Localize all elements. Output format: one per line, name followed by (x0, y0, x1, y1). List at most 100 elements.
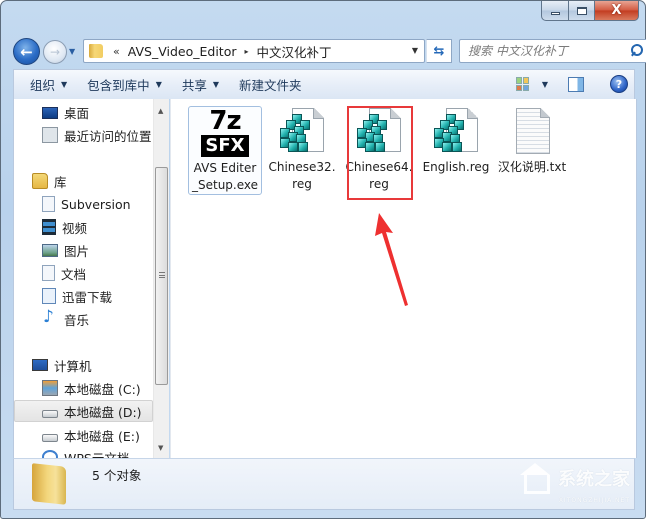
file-name: AVS Editer_Setup.exe (191, 161, 259, 192)
organize-label: 组织 (30, 78, 56, 93)
sidebar-item-label: 图片 (64, 243, 90, 259)
search-input[interactable] (460, 40, 620, 62)
command-bar: 组织 ▼ 包含到库中 ▼ 共享 ▼ 新建文件夹 ▼ ? (13, 69, 635, 99)
forward-button[interactable]: → (43, 40, 67, 64)
libraries-icon (32, 173, 48, 189)
registry-cube (375, 142, 385, 152)
sidebar-item-documents[interactable]: 文档 (42, 262, 86, 284)
item-count: 5 个对象 (92, 468, 142, 483)
view-controls: ▼ ? (515, 70, 634, 98)
text-file-icon (508, 108, 556, 156)
sidebar-item-pictures[interactable]: 图片 (42, 239, 89, 261)
new-folder-label: 新建文件夹 (239, 78, 302, 93)
file-item-english-reg[interactable]: English.reg (419, 106, 493, 176)
watermark-text: 系统之家 (558, 469, 630, 490)
sidebar-item-label: WPS云文档 (64, 450, 130, 459)
sidebar-item-desktop[interactable]: 桌面 (42, 101, 89, 123)
file-name: English.reg (422, 160, 490, 174)
registry-file-icon (432, 108, 480, 156)
sidebar-item-videos[interactable]: 视频 (42, 216, 87, 238)
desktop-icon (42, 107, 58, 119)
chevron-down-icon: ▼ (212, 80, 220, 89)
view-options-dropdown[interactable]: ▼ (542, 80, 548, 89)
file-list: 7z SFX AVS Editer_Setup.exe Chinese32.re… (170, 99, 637, 458)
minimize-button[interactable] (541, 1, 569, 21)
sidebar-item-drive-c[interactable]: 本地磁盘 (C:) (42, 377, 141, 399)
sidebar-item-label: 文档 (61, 266, 87, 282)
details-pane: 5 个对象 系统之家 XITONGZHIJIA.NET (13, 458, 635, 510)
maximize-button[interactable] (569, 1, 595, 21)
7z-sfx-icon: 7z SFX (201, 106, 249, 157)
registry-cube (298, 142, 308, 152)
sidebar-item-label: 音乐 (64, 312, 90, 328)
sidebar-item-recent-places[interactable]: 最近访问的位置 (42, 124, 152, 146)
document-library-icon (42, 196, 55, 212)
close-button[interactable]: X (595, 1, 639, 21)
search-box (459, 39, 646, 63)
registry-cube (365, 142, 375, 152)
grip-icon (159, 272, 165, 278)
address-bar[interactable]: « AVS_Video_Editor ▸ 中文汉化补丁 ▼ (83, 39, 425, 63)
watermark: 系统之家 XITONGZHIJIA.NET (518, 463, 630, 504)
computer-icon (32, 359, 48, 371)
refresh-button[interactable]: ⇆ (426, 39, 452, 63)
sidebar-item-drive-e[interactable]: 本地磁盘 (E:) (42, 424, 140, 446)
forward-arrow-icon: → (49, 45, 61, 59)
scroll-up-icon[interactable]: ▲ (158, 107, 163, 115)
sidebar-item-drive-d[interactable]: 本地磁盘 (D:) (14, 400, 153, 422)
breadcrumb-separator-icon[interactable]: ▸ (245, 47, 249, 56)
system-drive-icon (42, 380, 58, 396)
help-icon[interactable]: ? (610, 75, 628, 93)
sidebar-item-subversion[interactable]: Subversion (42, 193, 131, 215)
file-item-readme-txt[interactable]: 汉化说明.txt (495, 106, 569, 176)
share-menu[interactable]: 共享 ▼ (172, 73, 229, 97)
sidebar-item-label: 本地磁盘 (E:) (64, 428, 140, 444)
sidebar-item-label: 最近访问的位置 (64, 128, 152, 144)
navigation-pane-scrollbar[interactable]: ▲ ▼ (153, 99, 169, 458)
registry-cube (442, 142, 452, 152)
recent-pages-button[interactable]: ▼ (69, 47, 79, 57)
sidebar-item-wps-cloud[interactable]: WPS云文档 (42, 446, 129, 458)
include-in-library-menu[interactable]: 包含到库中 ▼ (77, 73, 172, 97)
sidebar-item-libraries[interactable]: 库 (32, 170, 67, 192)
change-view-icon[interactable] (515, 77, 530, 91)
organize-menu[interactable]: 组织 ▼ (20, 73, 77, 97)
breadcrumb-current-folder[interactable]: 中文汉化补丁 (257, 42, 332, 61)
file-item-chinese32-reg[interactable]: Chinese32.reg (265, 106, 339, 193)
address-history-dropdown[interactable]: ▼ (412, 46, 418, 55)
file-item-chinese64-reg[interactable]: Chinese64.reg (342, 106, 416, 193)
sidebar-item-music[interactable]: 音乐 (42, 307, 90, 330)
sidebar-item-label: 视频 (62, 220, 88, 236)
drive-icon (42, 433, 58, 442)
navigation-bar: ← → ▼ « AVS_Video_Editor ▸ 中文汉化补丁 ▼ ⇆ (13, 37, 646, 65)
house-logo-icon (518, 463, 552, 494)
scrollbar-thumb[interactable] (155, 167, 168, 385)
music-icon (42, 307, 58, 327)
scroll-down-icon[interactable]: ▼ (158, 444, 163, 452)
back-arrow-icon: ← (20, 42, 33, 61)
registry-file-icon (355, 108, 403, 156)
sidebar-item-label: 迅雷下载 (62, 289, 113, 305)
new-folder-button[interactable]: 新建文件夹 (229, 73, 312, 97)
search-icon[interactable] (630, 44, 643, 58)
file-name: 汉化说明.txt (497, 160, 567, 174)
caption-buttons: X (541, 1, 639, 21)
sidebar-item-label: 桌面 (64, 105, 90, 121)
documents-icon (42, 265, 55, 281)
file-item-avs-editer-setup[interactable]: 7z SFX AVS Editer_Setup.exe (188, 106, 262, 195)
maximize-icon (576, 6, 587, 15)
xunlei-download-icon (42, 288, 56, 304)
sidebar-item-computer[interactable]: 计算机 (32, 354, 92, 376)
7z-label: 7z (209, 106, 241, 136)
close-icon: X (611, 3, 622, 18)
wps-cloud-icon (42, 450, 58, 458)
sidebar-item-xunlei-downloads[interactable]: 迅雷下载 (42, 285, 112, 307)
preview-pane-icon[interactable] (568, 76, 584, 92)
registry-file-icon (278, 108, 326, 156)
back-button[interactable]: ← (13, 38, 40, 65)
overflow-chevron-icon[interactable]: « (113, 45, 120, 58)
sidebar-item-label: 本地磁盘 (C:) (64, 381, 141, 397)
video-icon (42, 219, 56, 235)
chevron-down-icon: ▼ (155, 80, 162, 89)
breadcrumb-avs-video-editor[interactable]: AVS_Video_Editor (128, 44, 237, 59)
